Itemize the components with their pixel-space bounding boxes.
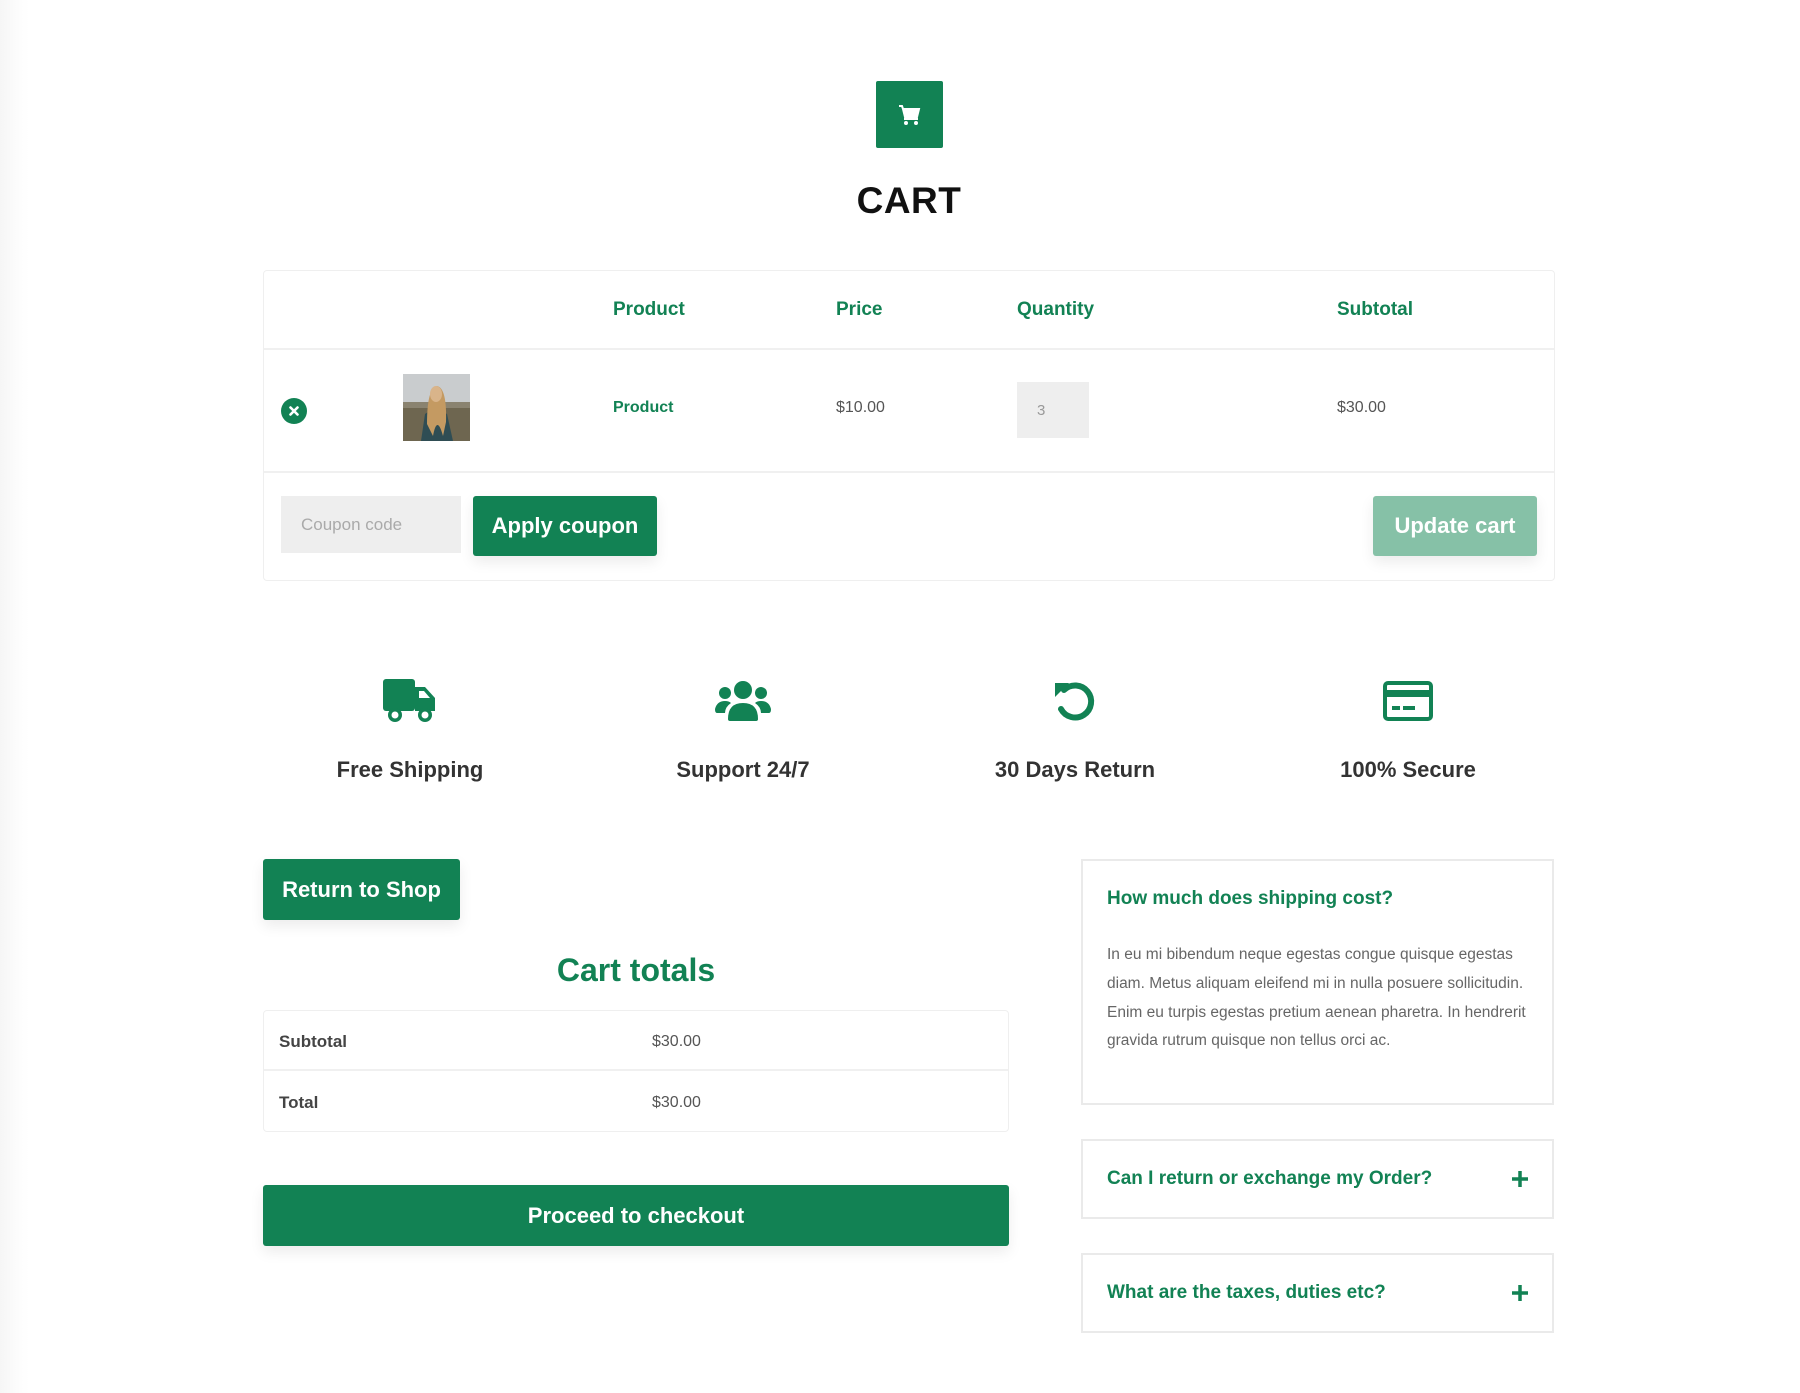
page-title: CART [856,180,962,221]
feature-secure: 100% Secure [1278,675,1538,783]
product-subtotal: $30.00 [1337,399,1386,416]
faq-item-returns[interactable]: Can I return or exchange my Order? [1081,1139,1554,1219]
truck-icon [383,679,435,722]
faq-question[interactable]: Can I return or exchange my Order? [1107,1168,1432,1190]
column-header-price: Price [836,299,883,320]
totals-label: Subtotal [279,1032,347,1051]
faq-answer: In eu mi bibendum neque egestas congue q… [1107,946,1526,1050]
plus-icon[interactable] [1510,1169,1530,1189]
proceed-to-checkout-button[interactable]: Proceed to checkout [263,1185,1009,1246]
shopping-cart-icon [898,104,920,125]
product-image [403,374,470,441]
users-icon [715,681,771,721]
feature-label: 100% Secure [1340,757,1476,782]
totals-row-total: Total $30.00 [264,1072,1008,1132]
plus-icon[interactable] [1510,1283,1530,1303]
feature-label: Free Shipping [336,757,484,782]
totals-value: $30.00 [652,1094,701,1111]
faq-item-shipping: How much does shipping cost? In eu mi bi… [1081,859,1554,1105]
update-cart-button[interactable]: Update cart [1373,496,1537,556]
row-divider [264,471,1554,473]
column-header-quantity: Quantity [1017,299,1095,320]
column-header-product: Product [613,299,685,320]
remove-circle-x-icon [289,406,299,416]
coupon-code-input[interactable] [281,496,461,553]
quantity-input[interactable] [1017,382,1089,438]
product-price: $10.00 [836,399,885,416]
faq-question[interactable]: How much does shipping cost? [1107,888,1393,910]
return-to-shop-button[interactable]: Return to Shop [263,859,460,920]
cart-badge [876,81,943,148]
totals-value: $30.00 [652,1033,701,1050]
product-name-link[interactable]: Product [613,399,673,417]
faq-item-taxes[interactable]: What are the taxes, duties etc? [1081,1253,1554,1333]
totals-label: Total [279,1093,319,1112]
column-header-subtotal: Subtotal [1337,299,1413,320]
faq-question[interactable]: What are the taxes, duties etc? [1107,1282,1386,1304]
feature-returns: 30 Days Return [945,675,1205,783]
undo-icon [1055,682,1095,721]
cart-totals-table: Subtotal $30.00 Total $30.00 [263,1010,1009,1132]
apply-coupon-button[interactable]: Apply coupon [473,496,657,556]
feature-support: Support 24/7 [613,675,873,783]
credit-card-icon [1383,681,1433,721]
header-divider [264,348,1554,350]
cart-table: Product Price Quantity Subtotal Product … [263,270,1555,581]
product-thumbnail[interactable] [403,374,470,441]
feature-label: Support 24/7 [676,757,810,782]
cart-totals-title: Cart totals [556,952,716,988]
totals-row-subtotal: Subtotal $30.00 [264,1011,1008,1071]
feature-label: 30 Days Return [994,757,1156,782]
feature-free-shipping: Free Shipping [280,675,540,783]
remove-item-button[interactable] [281,398,307,424]
